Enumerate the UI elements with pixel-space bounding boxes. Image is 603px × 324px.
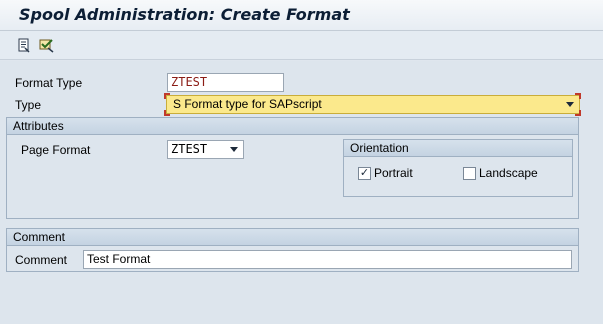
comment-group-title: Comment: [7, 229, 578, 246]
main-content: Format Type ZTEST Type S Format type for…: [0, 61, 603, 324]
check-icon: [39, 39, 54, 53]
comment-field[interactable]: Test Format: [83, 250, 572, 269]
comment-label: Comment: [15, 253, 68, 267]
page-format-label: Page Format: [21, 143, 91, 157]
focus-corner-icon: [575, 110, 581, 116]
format-type-field[interactable]: ZTEST: [167, 73, 284, 92]
attributes-group-title: Attributes: [7, 118, 578, 135]
focus-corner-icon: [164, 110, 170, 116]
page-format-value: ZTEST: [171, 142, 208, 156]
chevron-down-icon: [230, 147, 238, 152]
title-bar: Spool Administration: Create Format: [0, 0, 603, 31]
type-label: Type: [15, 98, 42, 112]
other-object-icon: [18, 38, 30, 53]
type-dropdown-value: S Format type for SAPscript: [173, 97, 322, 111]
checkmark-icon: ✓: [359, 167, 370, 179]
portrait-checkbox[interactable]: ✓: [358, 167, 371, 180]
chevron-down-icon: [566, 102, 574, 107]
landscape-checkbox[interactable]: [463, 167, 476, 180]
type-dropdown[interactable]: S Format type for SAPscript: [166, 95, 580, 114]
focus-corner-icon: [575, 93, 581, 99]
portrait-label: Portrait: [374, 166, 413, 180]
focus-corner-icon: [164, 93, 170, 99]
landscape-label: Landscape: [479, 166, 538, 180]
comment-group: Comment Comment Test Format: [6, 228, 579, 272]
application-toolbar: [0, 31, 603, 60]
attributes-group: Attributes Page Format ZTEST Orientation…: [6, 117, 579, 219]
page-title: Spool Administration: Create Format: [19, 5, 350, 24]
page-format-dropdown[interactable]: ZTEST: [167, 140, 244, 159]
check-button[interactable]: [38, 37, 56, 54]
other-object-button[interactable]: [15, 37, 33, 54]
orientation-group: Orientation ✓ Portrait Landscape: [343, 139, 573, 197]
format-type-label: Format Type: [15, 76, 83, 90]
orientation-group-title: Orientation: [344, 140, 572, 157]
